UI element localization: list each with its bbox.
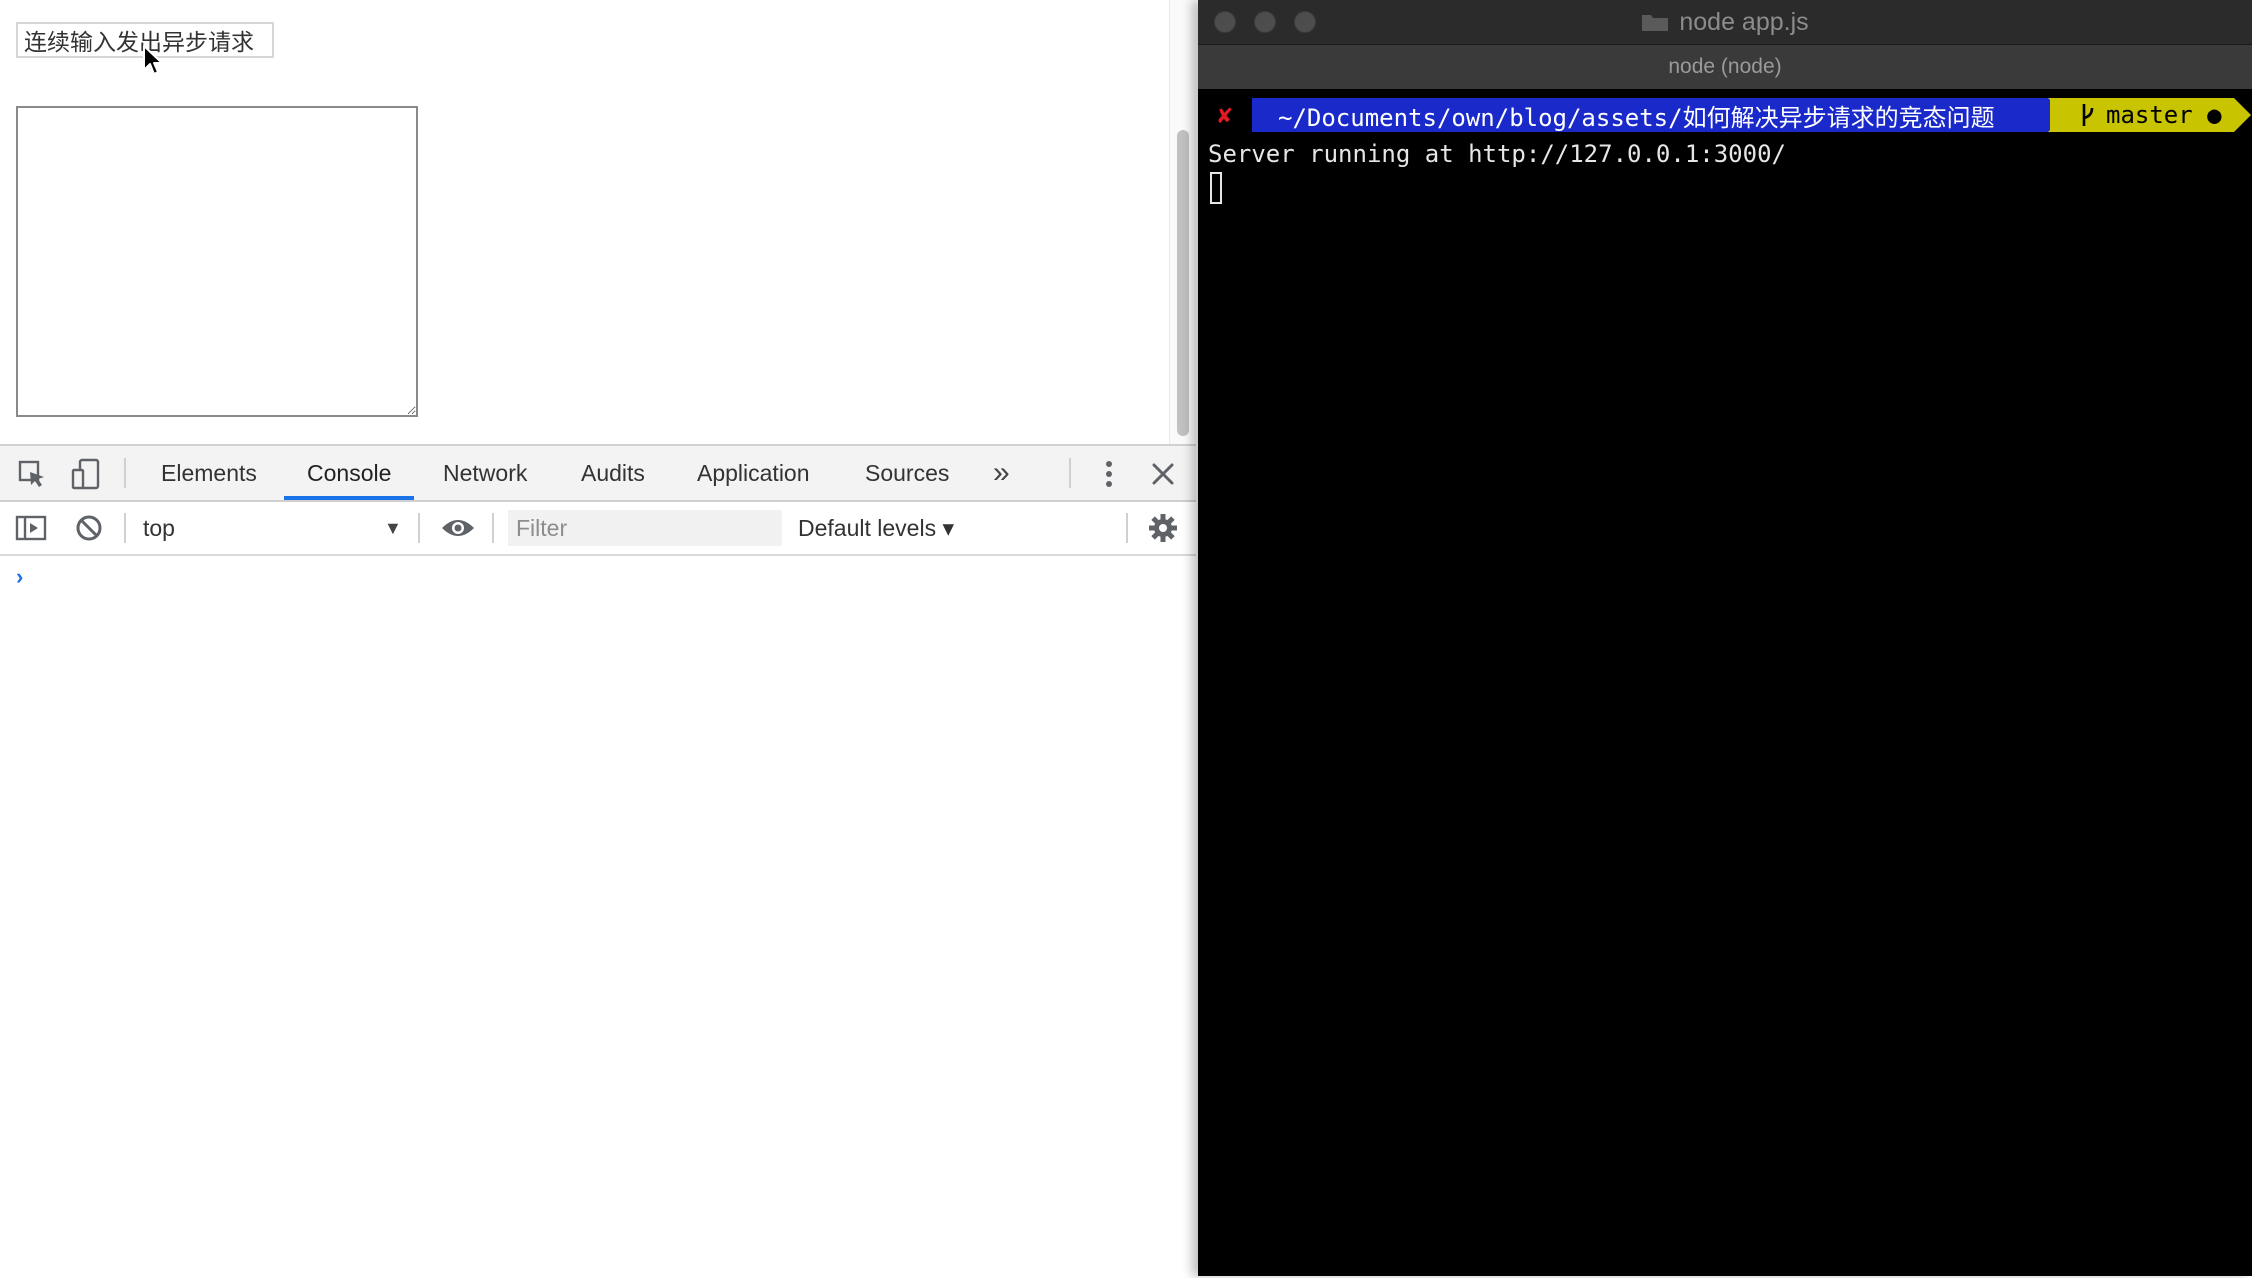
error-status-icon: ✘ bbox=[1198, 98, 1252, 132]
toolbar-separator bbox=[1126, 513, 1128, 543]
devtools-panel: Elements Console Network Audits Applicat… bbox=[0, 444, 1196, 1278]
terminal-body[interactable]: ✘ ~/Documents/own/blog/assets/如何解决异步请求的竞… bbox=[1198, 90, 2252, 1276]
inspect-element-icon[interactable] bbox=[16, 458, 48, 490]
page-viewport bbox=[0, 0, 1196, 444]
context-selector[interactable]: top bbox=[143, 502, 175, 554]
terminal-titlebar[interactable]: node app.js bbox=[1198, 0, 2252, 45]
window-title: node app.js bbox=[1198, 0, 2252, 44]
git-branch-text: master ● bbox=[2106, 101, 2222, 129]
page-scrollbar[interactable] bbox=[1169, 0, 1196, 444]
tab-network[interactable]: Network bbox=[443, 446, 527, 500]
toolbar-separator bbox=[124, 513, 126, 543]
close-icon[interactable] bbox=[1148, 458, 1178, 490]
more-tabs-button[interactable]: » bbox=[993, 446, 1010, 500]
gear-icon[interactable] bbox=[1146, 512, 1180, 544]
folder-icon bbox=[1642, 15, 1669, 31]
sidebar-toggle-icon[interactable] bbox=[14, 512, 48, 544]
git-branch-segment: master ● bbox=[2050, 98, 2234, 132]
console-filter-input[interactable] bbox=[508, 510, 782, 546]
async-request-input[interactable] bbox=[16, 22, 274, 58]
page-scroll-thumb[interactable] bbox=[1177, 130, 1189, 436]
kebab-menu-icon[interactable] bbox=[1094, 458, 1124, 490]
tab-audits[interactable]: Audits bbox=[581, 446, 645, 500]
prompt-path: ~/Documents/own/blog/assets/如何解决异步请求的竞态问… bbox=[1252, 98, 2048, 132]
tab-elements[interactable]: Elements bbox=[161, 446, 257, 500]
tab-console[interactable]: Console bbox=[284, 446, 415, 500]
device-toolbar-icon[interactable] bbox=[70, 458, 102, 490]
tab-application[interactable]: Application bbox=[697, 446, 810, 500]
terminal-cursor bbox=[1210, 172, 1222, 204]
toolbar-separator bbox=[492, 513, 494, 543]
shell-prompt: ✘ ~/Documents/own/blog/assets/如何解决异步请求的竞… bbox=[1198, 98, 2252, 132]
terminal-output-line: Server running at http://127.0.0.1:3000/ bbox=[1208, 140, 1786, 168]
toolbar-separator bbox=[418, 513, 420, 543]
powerline-arrow-icon bbox=[2234, 98, 2251, 132]
toolbar-separator bbox=[1069, 458, 1071, 488]
console-prompt-chevron: › bbox=[16, 564, 24, 589]
git-branch-icon bbox=[2082, 104, 2094, 126]
tab-sources[interactable]: Sources bbox=[865, 446, 949, 500]
terminal-tab-label: node (node) bbox=[1668, 55, 1782, 78]
console-output[interactable]: › bbox=[0, 556, 1196, 1278]
console-toolbar: top ▼ Default levels ▾ bbox=[0, 502, 1196, 556]
window-title-text: node app.js bbox=[1679, 7, 1809, 36]
prompt-path-text: ~/Documents/own/blog/assets/如何解决异步请求的竞态问… bbox=[1278, 103, 1995, 132]
dropdown-arrow-icon[interactable]: ▼ bbox=[384, 518, 402, 539]
result-textarea[interactable] bbox=[16, 106, 418, 417]
terminal-window: node app.js node (node) ✘ ~/Documents/ow… bbox=[1198, 0, 2252, 1276]
eye-icon[interactable] bbox=[438, 512, 478, 544]
log-levels-dropdown[interactable]: Default levels ▾ bbox=[798, 502, 954, 554]
terminal-tab[interactable]: node (node) bbox=[1198, 45, 2252, 89]
devtools-tabbar: Elements Console Network Audits Applicat… bbox=[0, 446, 1196, 502]
clear-console-icon[interactable] bbox=[72, 512, 106, 544]
toolbar-separator bbox=[124, 458, 126, 488]
browser-pane: Elements Console Network Audits Applicat… bbox=[0, 0, 1196, 1278]
